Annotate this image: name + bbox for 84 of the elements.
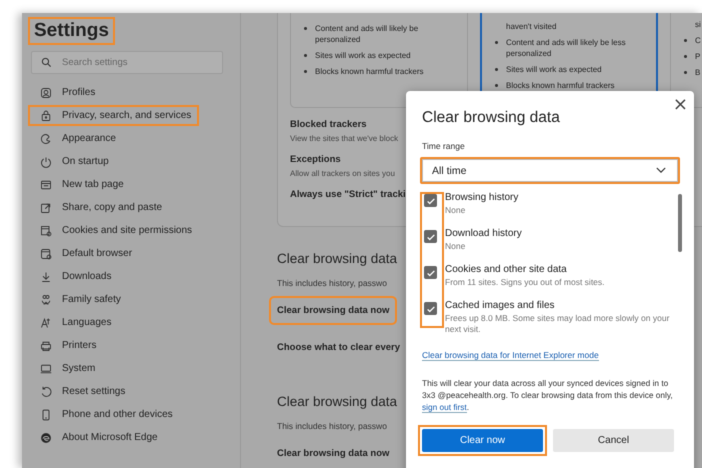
option-label: Cookies and other site data bbox=[445, 264, 568, 275]
card-bullet-text: si bbox=[694, 19, 702, 30]
sidebar-item[interactable]: Languages bbox=[28, 312, 120, 333]
section-heading: Clear browsing data bbox=[277, 251, 398, 266]
internet-explorer-link[interactable]: Clear browsing data for Internet Explorer mode bbox=[422, 350, 599, 361]
setting-title: Blocked trackers bbox=[290, 119, 367, 130]
sidebar-item[interactable]: New tab page bbox=[28, 174, 132, 195]
option-label: Browsing history bbox=[445, 192, 520, 203]
sidebar-item[interactable]: Phone and other devices bbox=[28, 404, 181, 425]
search-icon bbox=[41, 57, 52, 68]
setting-description: Allow all trackers on sites you bbox=[290, 169, 395, 178]
setting-title: Exceptions bbox=[290, 154, 341, 165]
nav-icon bbox=[40, 202, 52, 214]
option-detail: From 11 sites. Signs you out of most sites. bbox=[445, 277, 606, 288]
section-description: This includes history, passwo bbox=[277, 421, 387, 431]
nav-icon bbox=[40, 408, 52, 420]
section-heading: Clear browsing data bbox=[277, 394, 398, 409]
card-bullet-text: B bbox=[681, 67, 702, 78]
time-range-dropdown[interactable]: All time bbox=[420, 157, 680, 184]
checkbox[interactable] bbox=[424, 230, 437, 243]
checkmark-icon bbox=[426, 304, 436, 314]
sync-notice: This will clear your data across all your synced devices signed in to 3x3 @peacehealth.org. To clear browsing data from this device only, sign out first. bbox=[422, 377, 674, 413]
sign-out-link[interactable]: sign out first bbox=[422, 402, 467, 413]
chevron-down-icon bbox=[656, 167, 666, 174]
checkbox[interactable] bbox=[424, 302, 437, 315]
sidebar-item[interactable]: Family safety bbox=[28, 289, 129, 310]
nav-icon bbox=[40, 316, 52, 328]
card-bullet-text: C bbox=[681, 35, 702, 46]
clear-now-button[interactable]: Clear now bbox=[422, 429, 543, 452]
scrollbar[interactable] bbox=[678, 194, 682, 252]
sidebar-item[interactable]: System bbox=[28, 358, 104, 379]
sidebar-item[interactable]: Printers bbox=[28, 335, 104, 356]
settings-row[interactable]: Choose what to clear every bbox=[269, 333, 408, 362]
option-detail: None bbox=[445, 205, 466, 216]
checkmark-icon bbox=[426, 268, 436, 278]
card-bullet-text: Sites will work as expected bbox=[301, 50, 459, 61]
sidebar-item[interactable]: Share, copy and paste bbox=[28, 197, 170, 218]
card-bullet-text: Content and ads will likely be personalized bbox=[301, 23, 459, 45]
sidebar-item[interactable]: On startup bbox=[28, 151, 117, 172]
card-bullet-text: Blocks known harmful trackers bbox=[492, 80, 648, 91]
nav-icon bbox=[40, 156, 52, 168]
field-label: Time range bbox=[422, 141, 466, 151]
checkmark-icon bbox=[426, 196, 436, 206]
nav-icon bbox=[40, 432, 52, 444]
sidebar-item[interactable]: Cookies and site permissions bbox=[28, 220, 200, 241]
sidebar-item[interactable]: About Microsoft Edge bbox=[28, 427, 166, 448]
nav-icon bbox=[40, 178, 52, 190]
search-field[interactable]: Search settings bbox=[31, 51, 223, 74]
nav-icon bbox=[40, 340, 52, 352]
option-detail: None bbox=[445, 241, 466, 252]
card-bullet-text: Content and ads will likely be less personalized bbox=[492, 37, 648, 59]
nav-icon bbox=[40, 110, 52, 122]
option-detail: Frees up 8.0 MB. Some sites may load more slowly on your next visit. bbox=[445, 313, 670, 335]
setting-title: Always use "Strict" tracki bbox=[290, 189, 406, 200]
option-label: Download history bbox=[445, 228, 523, 239]
nav-icon bbox=[40, 248, 52, 260]
sidebar-item[interactable]: Downloads bbox=[28, 266, 120, 287]
sidebar-item[interactable]: Appearance bbox=[28, 128, 124, 149]
nav-icon bbox=[40, 86, 52, 98]
nav-icon bbox=[40, 224, 52, 236]
cancel-button[interactable]: Cancel bbox=[553, 429, 674, 452]
checkmark-icon bbox=[426, 232, 436, 242]
dialog-title: Clear browsing data bbox=[422, 109, 560, 127]
nav-icon bbox=[40, 362, 52, 374]
checkbox[interactable] bbox=[424, 194, 437, 207]
checkbox[interactable] bbox=[424, 266, 437, 279]
nav-icon bbox=[40, 270, 52, 282]
sidebar-item[interactable]: Default browser bbox=[28, 243, 140, 264]
card-bullet-text: Sites will work as expected bbox=[492, 64, 648, 75]
card-bullet-text: haven't visited bbox=[505, 21, 558, 32]
sidebar-item[interactable]: Reset settings bbox=[28, 381, 134, 402]
settings-row[interactable]: Clear browsing data now bbox=[269, 439, 398, 468]
option-label: Cached images and files bbox=[445, 300, 556, 311]
sidebar-item[interactable]: Privacy, search, and services bbox=[28, 105, 200, 126]
nav-icon bbox=[40, 132, 52, 144]
sidebar-item[interactable]: Profiles bbox=[28, 82, 104, 103]
setting-description: View the sites that we've block bbox=[290, 134, 398, 143]
nav-icon bbox=[40, 386, 52, 398]
nav-icon bbox=[40, 294, 52, 306]
settings-row[interactable]: Clear browsing data now bbox=[269, 296, 398, 325]
section-description: This includes history, passwo bbox=[277, 278, 387, 288]
settings-title: Settings bbox=[28, 17, 115, 45]
card-bullet-text: Blocks known harmful trackers bbox=[301, 66, 459, 77]
card-bullet-text: P bbox=[681, 51, 702, 62]
